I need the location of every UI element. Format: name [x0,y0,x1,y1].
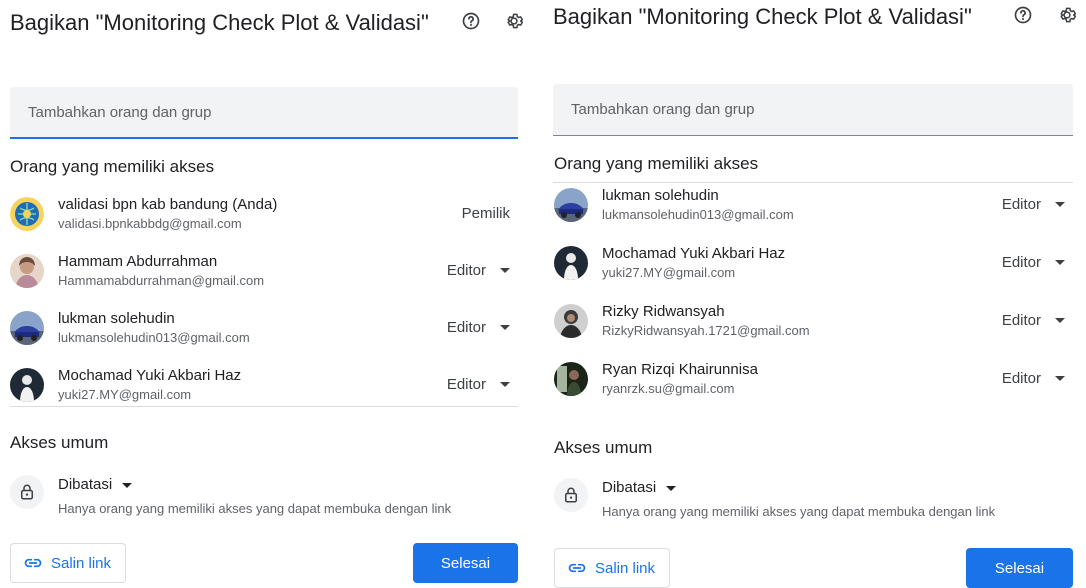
list-item: Ryan Rizqi Khairunnisa ryanrzk.su@gmail.… [554,350,1073,407]
people-with-access-heading: Orang yang memiliki akses [554,154,759,173]
list-item: Rizky Ridwansyah RizkyRidwansyah.1721@gm… [554,292,1073,349]
role-dropdown[interactable]: Editor [439,313,518,342]
help-icon[interactable] [1011,3,1035,27]
access-level-text: Dibatasi [602,479,657,496]
add-people-input[interactable] [553,84,1073,136]
general-access-heading: Akses umum [554,438,653,457]
avatar [554,303,588,338]
list-item: Mochamad Yuki Akbari Haz yuki27.MY@gmail… [554,234,1073,291]
avatar [554,361,588,396]
copy-link-button[interactable]: Salin link [554,548,671,588]
people-list: lukman solehudin lukmansolehudin013@gmai… [554,176,1073,408]
person-email: lukmansolehudin013@gmail.com [602,206,794,222]
list-item: validasi bpn kab bandung (Anda) validasi… [10,185,518,242]
role-text: Editor [1001,370,1041,387]
link-icon [24,558,42,568]
role-dropdown[interactable]: Editor [439,256,518,285]
avatar [554,245,588,280]
lock-icon [554,478,588,512]
person-email: validasi.bpnkabbdg@gmail.com [58,215,242,231]
person-email: yuki27.MY@gmail.com [58,386,192,402]
person-email: RizkyRidwansyah.1721@gmail.com [602,322,810,338]
avatar [10,253,44,288]
dropdown-caret-icon [500,268,510,273]
dialog-title: Bagikan "Monitoring Check Plot & Validas… [553,4,972,29]
general-access-row: Dibatasi Hanya orang yang memiliki akses… [554,478,1073,519]
role-text: Editor [1001,312,1041,329]
person-name: lukman solehudin [58,309,175,327]
dropdown-caret-icon [1055,376,1065,381]
role-text: Editor [446,376,486,393]
role-text: Editor [1001,254,1041,271]
add-people-input[interactable] [10,87,518,139]
role-dropdown[interactable]: Editor [994,306,1073,335]
role-text: Pemilik [461,205,510,222]
share-dialog-left: Bagikan "Monitoring Check Plot & Validas… [0,0,536,583]
access-description: Hanya orang yang memiliki akses yang dap… [58,501,452,516]
person-email: lukmansolehudin013@gmail.com [58,329,250,345]
copy-link-label: Salin link [595,559,656,577]
person-email: yuki27.MY@gmail.com [602,264,736,280]
list-item: lukman solehudin lukmansolehudin013@gmai… [10,299,518,356]
role-label: Pemilik [454,199,518,228]
avatar [10,196,44,231]
access-level-dropdown[interactable]: Dibatasi [58,475,451,495]
done-button[interactable]: Selesai [966,548,1073,588]
done-label: Selesai [440,554,491,572]
role-dropdown[interactable]: Editor [439,370,518,399]
people-list: validasi bpn kab bandung (Anda) validasi… [10,185,518,407]
role-dropdown[interactable]: Editor [994,248,1073,277]
lock-icon [10,475,44,509]
divider [10,406,518,407]
copy-link-button[interactable]: Salin link [10,543,127,583]
help-icon[interactable] [459,9,483,33]
person-name: Hammam Abdurrahman [58,252,218,270]
people-with-access-heading: Orang yang memiliki akses [10,157,215,176]
access-description: Hanya orang yang memiliki akses yang dap… [602,504,996,519]
general-access-row: Dibatasi Hanya orang yang memiliki akses… [10,475,518,516]
list-item: Hammam Abdurrahman Hammamabdurrahman@gma… [10,242,518,299]
role-dropdown[interactable]: Editor [994,190,1073,219]
role-text: Editor [446,262,486,279]
dropdown-caret-icon [1055,202,1065,207]
access-level-text: Dibatasi [58,476,113,493]
dialog-title: Bagikan "Monitoring Check Plot & Validas… [10,10,429,35]
gear-icon[interactable] [502,9,526,33]
list-item: lukman solehudin lukmansolehudin013@gmai… [554,176,1073,233]
dropdown-caret-icon [1055,318,1065,323]
done-button[interactable]: Selesai [413,543,518,583]
person-name: Mochamad Yuki Akbari Haz [58,366,242,384]
person-name: lukman solehudin [602,186,719,204]
list-item: Mochamad Yuki Akbari Haz yuki27.MY@gmail… [10,356,518,413]
person-name: Ryan Rizqi Khairunnisa [602,360,758,378]
avatar [10,310,44,345]
dropdown-caret-icon [500,382,510,387]
person-name: Mochamad Yuki Akbari Haz [602,244,786,262]
access-level-dropdown[interactable]: Dibatasi [602,478,995,498]
link-icon [568,563,586,573]
general-access-heading: Akses umum [10,433,109,452]
person-email: ryanrzk.su@gmail.com [602,380,735,396]
role-text: Editor [446,319,486,336]
dropdown-caret-icon [1055,260,1065,265]
done-label: Selesai [994,559,1045,577]
avatar [554,187,588,222]
person-email: Hammamabdurrahman@gmail.com [58,272,265,288]
role-dropdown[interactable]: Editor [994,364,1073,393]
gear-icon[interactable] [1055,3,1079,27]
role-text: Editor [1001,196,1041,213]
dropdown-caret-icon [122,482,133,488]
dropdown-caret-icon [666,485,677,491]
person-name: Rizky Ridwansyah [602,302,725,320]
share-dialog-right: Bagikan "Monitoring Check Plot & Validas… [543,0,1086,588]
avatar [10,367,44,402]
copy-link-label: Salin link [51,554,112,572]
dropdown-caret-icon [500,325,510,330]
person-name: validasi bpn kab bandung (Anda) [58,195,278,213]
